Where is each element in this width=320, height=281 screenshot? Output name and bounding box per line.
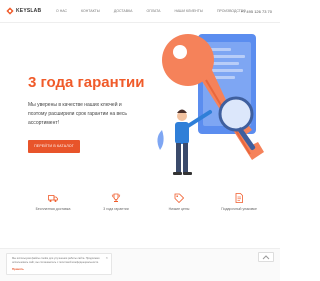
truck-icon <box>48 195 58 202</box>
phone-number[interactable]: +7 495 126 73 70 <box>241 9 272 14</box>
feature-free-delivery: Бесплатная доставка <box>28 193 78 211</box>
nav-item-clients[interactable]: Наши клиенты <box>174 9 203 13</box>
hero-illustration <box>157 34 264 175</box>
features-row: Бесплатная доставка 3 года гарантии Низк… <box>0 193 280 223</box>
catalog-button[interactable]: Перейти в каталог <box>28 140 80 153</box>
feature-label: Низкие цены <box>168 207 190 211</box>
nav-item-contacts[interactable]: Контакты <box>81 9 100 13</box>
scroll-top-button[interactable] <box>258 252 274 262</box>
feature-warranty: 3 года гарантии <box>91 193 141 211</box>
feature-label: Подарочный упаковке <box>221 207 257 211</box>
tag-icon <box>174 193 184 203</box>
feature-label: 3 года гарантии <box>103 207 129 211</box>
trophy-icon <box>111 193 121 202</box>
cookie-notice: Мы используем файлы cookie для улучшения… <box>6 253 112 275</box>
main-nav: О нас Контакты Доставка Оплата Наши клие… <box>56 9 260 13</box>
cookie-text: Мы используем файлы cookie для улучшения… <box>12 257 100 264</box>
feature-label: Бесплатная доставка <box>35 207 71 211</box>
site-header: KEYSLAB О нас Контакты Доставка Оплата Н… <box>0 0 280 23</box>
hero-title: 3 года гарантии <box>28 74 145 91</box>
logo-text: KEYSLAB <box>16 8 42 14</box>
hero-text: Мы уверены в качестве наших ключей и поэ… <box>28 102 128 126</box>
nav-item-delivery[interactable]: Доставка <box>114 9 133 13</box>
logo[interactable]: KEYSLAB <box>6 7 41 15</box>
cookie-accept-button[interactable]: Принять <box>12 267 24 271</box>
cookie-bar: Мы используем файлы cookie для улучшения… <box>0 248 280 281</box>
nav-item-about[interactable]: О нас <box>56 9 67 13</box>
feature-gift-packaging: Подарочный упаковке <box>214 193 264 211</box>
feature-low-prices: Низкие цены <box>154 193 204 211</box>
leaf-decoration <box>157 130 164 150</box>
document-icon <box>235 193 243 203</box>
logo-icon <box>6 7 14 15</box>
nav-item-payment[interactable]: Оплата <box>146 9 160 13</box>
cookie-close-button[interactable]: × <box>106 256 108 260</box>
chevron-up-icon <box>262 255 270 260</box>
